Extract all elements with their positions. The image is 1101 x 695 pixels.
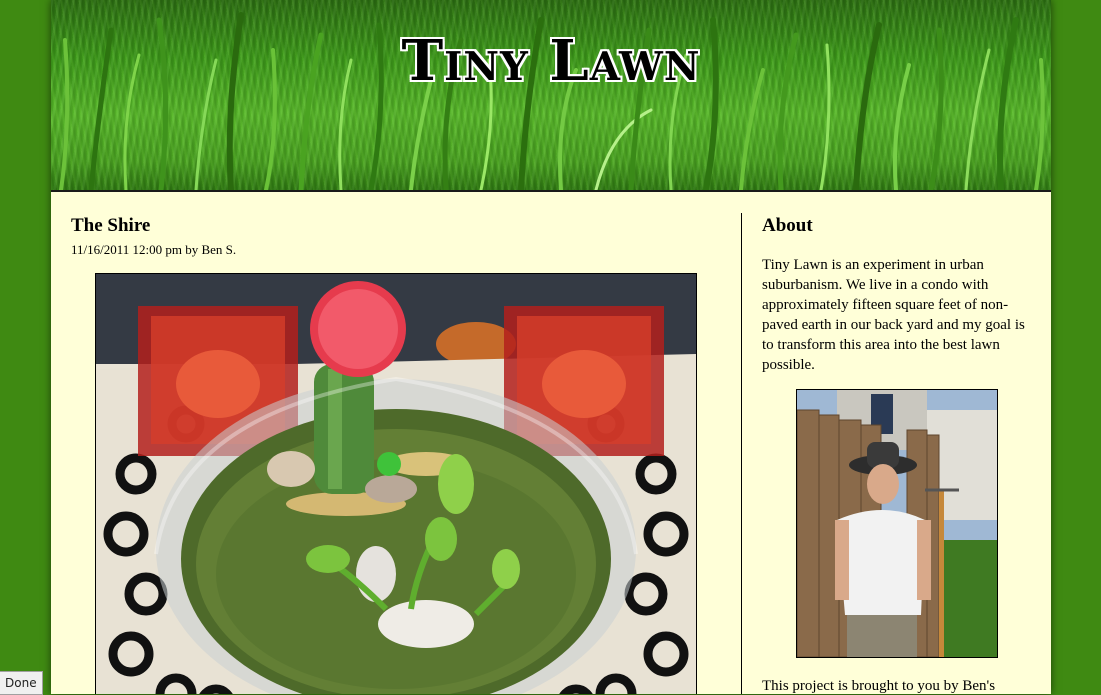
terrarium-photo xyxy=(95,273,697,694)
site-title[interactable]: Tiny Lawn xyxy=(51,28,1051,94)
sidebar: About Tiny Lawn is an experiment in urba… xyxy=(762,215,1032,694)
column-divider xyxy=(741,213,742,694)
post-meta: 11/16/2011 12:00 pm by Ben S. xyxy=(71,242,237,257)
sponsor-text: This project is brought to you by Ben's xyxy=(762,678,996,694)
about-text: Tiny Lawn is an experiment in urban subu… xyxy=(762,257,1025,373)
main-content: The Shire 11/16/2011 12:00 pm by Ben S. xyxy=(71,215,731,694)
status-bar: Done xyxy=(0,671,43,695)
about-heading: About xyxy=(762,215,813,236)
page-container: Tiny Lawn The Shire 11/16/2011 12:00 pm … xyxy=(51,0,1051,694)
author-photo xyxy=(796,389,998,658)
site-header: Tiny Lawn xyxy=(51,0,1051,192)
post-title[interactable]: The Shire xyxy=(71,215,731,237)
